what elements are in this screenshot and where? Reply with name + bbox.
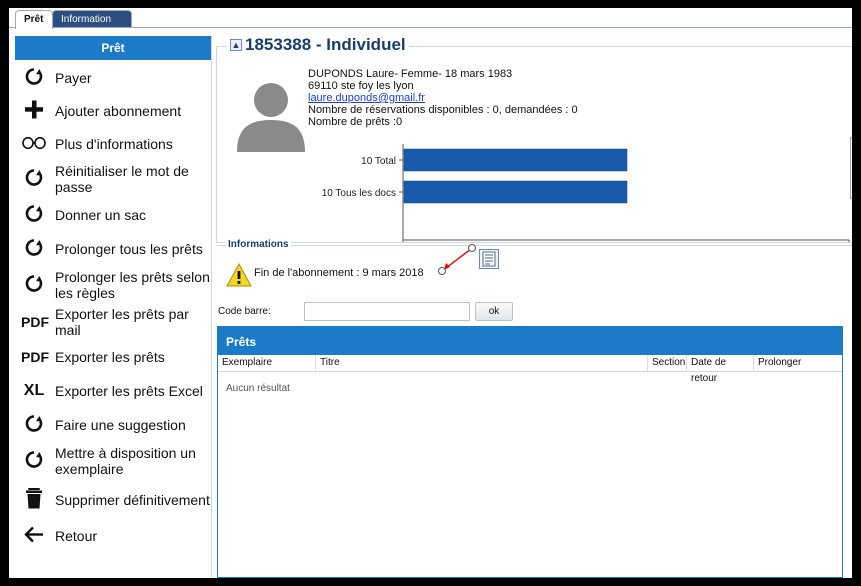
document-icon[interactable] <box>479 249 499 269</box>
chart-bar <box>403 180 628 204</box>
profile-panel: ▲ 1853388 - Individuel DUPONDS Laure- Fe… <box>216 35 852 243</box>
sidebar-item-label: Retour <box>55 528 98 544</box>
sidebar-item-exporter-prets[interactable]: PDF Exporter les prêts <box>15 340 211 374</box>
tab-divider <box>9 27 852 28</box>
sidebar-item-label: Supprimer définitivement <box>55 492 210 508</box>
loan-chart: 10 Total10 Tous les docs020 <box>322 144 850 242</box>
sidebar-item-prolonger-tous[interactable]: Prolonger tous les prêts <box>15 232 211 266</box>
sidebar-item-label: Faire une suggestion <box>55 417 186 433</box>
sidebar-item-exporter-excel[interactable]: XL Exporter les prêts Excel <box>15 374 211 408</box>
sidebar-item-donner-un-sac[interactable]: Donner un sac <box>15 198 211 232</box>
sidebar-title: Prêt <box>15 36 211 60</box>
application-window: Prêt Information Prêt Payer Ajouter abon… <box>9 8 852 578</box>
sidebar-item-retour[interactable]: Retour <box>15 520 211 552</box>
loans-grid-columns: Exemplaire Titre Section Date de retour … <box>218 355 842 384</box>
subscription-end-text: Fin de l'abonnement : 9 mars 2018 <box>254 267 424 279</box>
column-exemplaire[interactable]: Exemplaire <box>218 355 316 372</box>
sidebar-item-prolonger-regles[interactable]: Prolonger les prêts selon les règles <box>15 266 211 304</box>
sidebar-item-faire-suggestion[interactable]: Faire une suggestion <box>15 408 211 442</box>
refresh-icon <box>21 449 47 474</box>
column-prolonger[interactable]: Prolonger <box>754 355 842 372</box>
sidebar-item-reinitialiser-mot-de-passe[interactable]: Réinitialiser le mot de passe <box>15 160 211 198</box>
column-section[interactable]: Section <box>648 355 687 372</box>
page-title: 1853388 - Individuel <box>245 35 406 54</box>
sidebar-item-label: Donner un sac <box>55 207 147 223</box>
plus-icon <box>21 98 47 123</box>
chart-category-label: 10 Tous les docs <box>322 188 396 199</box>
tab-information[interactable]: Information <box>52 10 132 28</box>
profile-legend: ▲ 1853388 - Individuel <box>227 35 409 55</box>
tab-bar: Prêt Information <box>9 8 852 29</box>
sidebar-item-label: Mettre à disposition un exemplaire <box>55 445 196 477</box>
member-identity: DUPONDS Laure- Femme- 18 mars 1983 <box>308 68 513 80</box>
arrow-left-icon <box>21 526 47 547</box>
warning-icon <box>226 262 252 287</box>
sidebar-item-label: Prolonger les prêts selon les règles <box>55 269 210 301</box>
sidebar-item-label: Réinitialiser le mot de passe <box>55 163 189 195</box>
informations-panel: Informations Fin de l'abonnement : 9 mar… <box>216 239 852 293</box>
column-date-retour[interactable]: Date de retour <box>687 355 754 384</box>
sidebar-item-exporter-mail[interactable]: PDF Exporter les prêts par mail <box>15 304 211 340</box>
refresh-icon <box>21 413 47 438</box>
sidebar-item-label: Exporter les prêts Excel <box>55 383 203 399</box>
empty-result-text: Aucun résultat <box>226 383 290 394</box>
sidebar: Prêt Payer Ajouter abonnement Plus d'inf… <box>15 36 212 578</box>
sidebar-item-label: Plus d'informations <box>55 135 173 152</box>
barcode-input[interactable] <box>304 302 470 321</box>
sidebar-item-label: Exporter les prêts <box>55 349 165 365</box>
loans-grid-title: Prêts <box>218 327 842 355</box>
pdf-icon: PDF <box>21 314 49 330</box>
tab-pret[interactable]: Prêt <box>15 10 53 29</box>
sidebar-menu: Payer Ajouter abonnement Plus d'informat… <box>15 61 211 552</box>
trash-icon <box>21 488 47 513</box>
member-address: 69110 ste foy les lyon <box>308 80 414 92</box>
barcode-label: Code barre: <box>218 306 271 317</box>
glasses-icon <box>21 135 47 153</box>
barcode-row: Code barre: ok <box>216 300 852 324</box>
ok-button[interactable]: ok <box>475 302 513 321</box>
chart-bar <box>403 148 628 172</box>
sidebar-item-label: Prolonger tous les prêts <box>55 241 203 257</box>
chart-category-label: 10 Total <box>361 156 396 167</box>
informations-legend: Informations <box>226 239 291 250</box>
main-panel: ▲ 1853388 - Individuel DUPONDS Laure- Fe… <box>216 35 852 578</box>
member-loan-count: Nombre de prêts :0 <box>308 116 403 128</box>
sidebar-item-supprimer[interactable]: Supprimer définitivement <box>15 480 211 520</box>
sidebar-item-ajouter-abonnement[interactable]: Ajouter abonnement <box>15 94 211 127</box>
member-details: DUPONDS Laure- Femme- 18 mars 1983 69110… <box>308 68 578 128</box>
sidebar-item-label: Exporter les prêts par mail <box>55 306 189 338</box>
connector-arrow-icon <box>438 244 476 275</box>
refresh-icon <box>21 65 47 90</box>
loans-grid: Prêts Exemplaire Titre Section Date de r… <box>217 326 843 578</box>
member-reservations: Nombre de réservations disponibles : 0, … <box>308 104 578 116</box>
chart-legend-box <box>850 137 852 199</box>
sidebar-item-payer[interactable]: Payer <box>15 61 211 94</box>
sidebar-item-label: Payer <box>55 69 92 86</box>
sidebar-item-mettre-a-disposition[interactable]: Mettre à disposition un exemplaire <box>15 442 211 480</box>
refresh-icon <box>21 167 47 192</box>
sidebar-item-label: Ajouter abonnement <box>55 102 182 119</box>
excel-icon: XL <box>23 382 45 399</box>
sidebar-item-plus-informations[interactable]: Plus d'informations <box>15 127 211 160</box>
pdf-icon: PDF <box>21 349 49 365</box>
refresh-icon <box>21 237 47 262</box>
collapse-icon[interactable]: ▲ <box>230 39 242 51</box>
member-email-link[interactable]: laure.duponds@gmail.fr <box>308 92 425 104</box>
column-titre[interactable]: Titre <box>316 355 648 372</box>
refresh-icon <box>21 273 47 298</box>
refresh-icon <box>21 203 47 228</box>
